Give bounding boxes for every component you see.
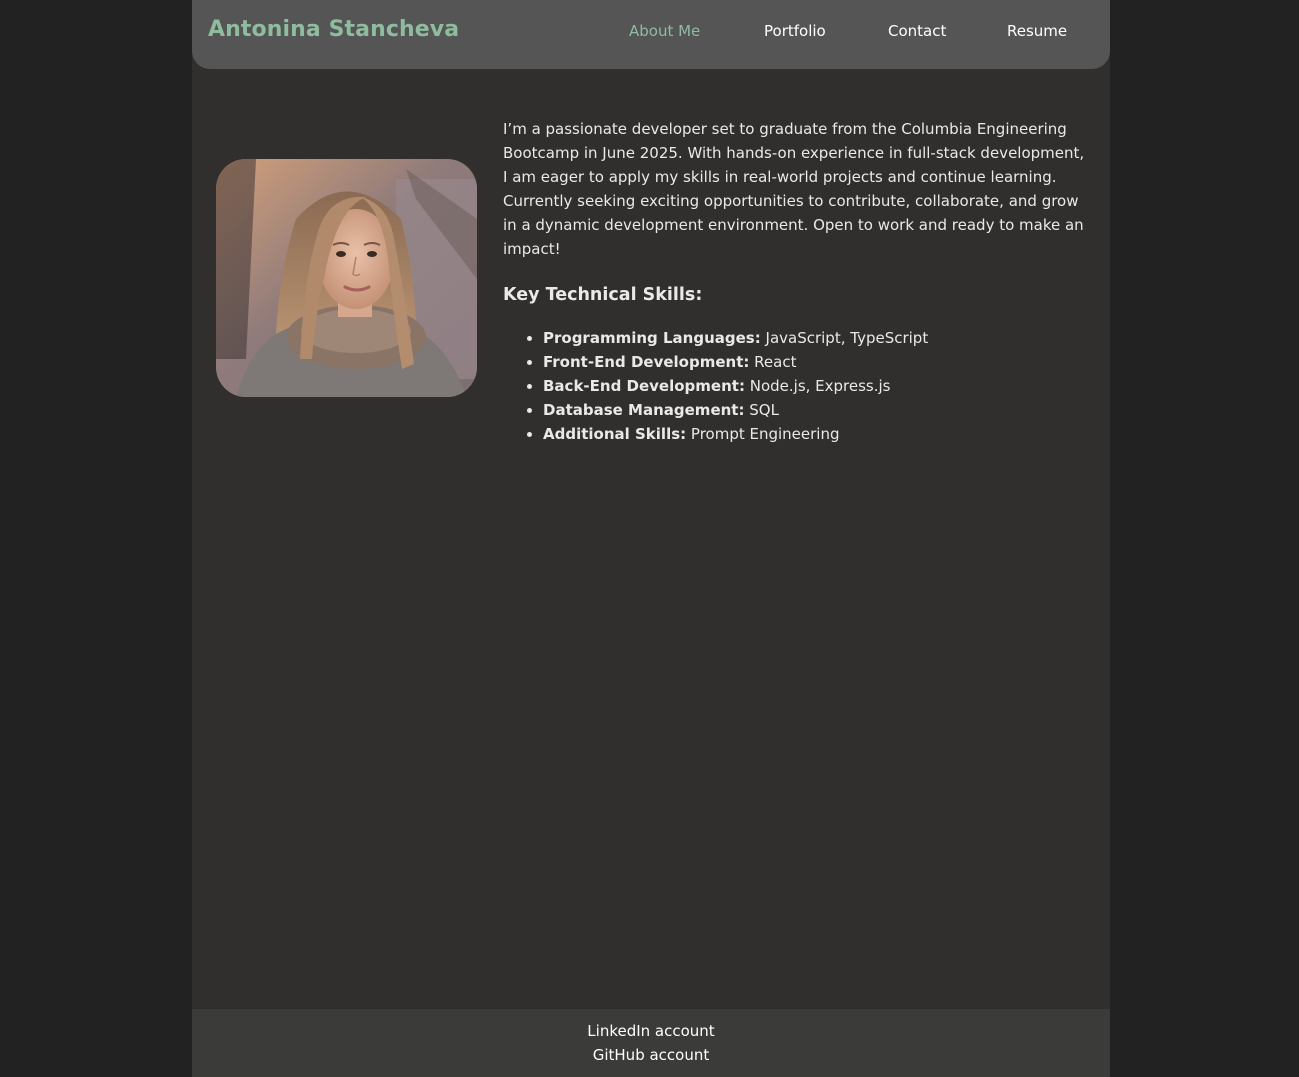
nav-link-contact[interactable]: Contact	[888, 22, 946, 40]
bio-paragraph: I’m a passionate developer set to gradua…	[503, 120, 1085, 258]
skills-heading: Key Technical Skills:	[503, 285, 703, 305]
nav-link-about-me[interactable]: About Me	[629, 22, 700, 40]
skill-value: React	[754, 353, 797, 371]
skill-item-additional: Additional Skills: Prompt Engineering	[543, 422, 1093, 446]
skill-value: JavaScript, TypeScript	[765, 329, 929, 347]
skill-item-front-end: Front-End Development: React	[543, 350, 1093, 374]
nav-link-portfolio[interactable]: Portfolio	[764, 22, 826, 40]
skill-item-programming-languages: Programming Languages: JavaScript, TypeS…	[543, 326, 1093, 350]
skill-value: Prompt Engineering	[690, 425, 840, 443]
nav-link-resume[interactable]: Resume	[1007, 22, 1067, 40]
skill-label: Programming Languages:	[543, 329, 761, 347]
site-footer: LinkedIn account GitHub account	[192, 1009, 1110, 1077]
skill-item-back-end: Back-End Development: Node.js, Express.j…	[543, 374, 1093, 398]
linkedin-link[interactable]: LinkedIn account	[192, 1022, 1110, 1040]
profile-photo	[216, 159, 477, 397]
skill-label: Front-End Development:	[543, 353, 750, 371]
skill-value: Node.js, Express.js	[749, 377, 891, 395]
page: Antonina Stancheva About Me Portfolio Co…	[192, 0, 1110, 1077]
skill-label: Additional Skills:	[543, 425, 687, 443]
site-brand[interactable]: Antonina Stancheva	[208, 17, 459, 42]
profile-photo-image	[216, 159, 477, 397]
skill-label: Database Management:	[543, 401, 745, 419]
github-link[interactable]: GitHub account	[192, 1046, 1110, 1064]
about-content: I’m a passionate developer set to gradua…	[503, 117, 1093, 446]
skill-label: Back-End Development:	[543, 377, 745, 395]
skills-list: Programming Languages: JavaScript, TypeS…	[503, 326, 1093, 446]
skill-item-database: Database Management: SQL	[543, 398, 1093, 422]
skill-value: SQL	[749, 401, 779, 419]
site-header: Antonina Stancheva About Me Portfolio Co…	[192, 0, 1110, 69]
